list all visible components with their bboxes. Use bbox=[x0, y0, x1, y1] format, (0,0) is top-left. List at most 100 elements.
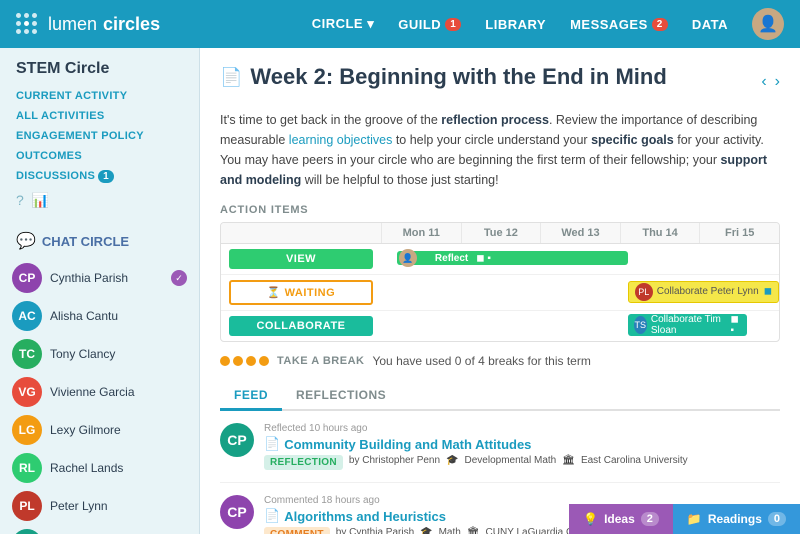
member-name: Cynthia Parish bbox=[50, 271, 128, 285]
view-button[interactable]: VIEW bbox=[229, 249, 373, 269]
logo-dot bbox=[24, 13, 29, 18]
tab-reflections[interactable]: REFLECTIONS bbox=[282, 382, 400, 411]
logo-dot bbox=[32, 21, 37, 26]
break-dot bbox=[220, 356, 230, 366]
readings-button[interactable]: 📁 Readings 0 bbox=[673, 504, 800, 534]
document-icon: 📄 bbox=[220, 67, 242, 88]
tag-subject-icon: 🎓 bbox=[446, 455, 458, 470]
chat-icon: 💬 bbox=[16, 231, 36, 251]
feed-avatar: CP bbox=[220, 423, 254, 457]
nav-data[interactable]: DATA bbox=[692, 17, 728, 32]
action-timeline-reflect: 👤 Reflect ◼ ▪ bbox=[381, 244, 779, 274]
user-avatar[interactable]: 👤 bbox=[752, 8, 784, 40]
page-title: 📄 Week 2: Beginning with the End in Mind bbox=[220, 64, 667, 90]
logo-circles: circles bbox=[103, 14, 160, 35]
member-item[interactable]: RL Rachel Lands bbox=[0, 449, 199, 487]
ideas-icon: 💡 bbox=[583, 512, 598, 526]
feed-author: by Christopher Penn bbox=[349, 455, 440, 470]
action-timeline-peter: PL Collaborate Peter Lynn ◼ bbox=[381, 278, 779, 308]
member-name: Vivienne Garcia bbox=[50, 385, 135, 399]
member-name: Rachel Lands bbox=[50, 461, 123, 475]
chat-circle-label: CHAT CIRCLE bbox=[42, 234, 129, 249]
member-item[interactable]: CP Cynthia Parish ✓ bbox=[0, 259, 199, 297]
nav-guild[interactable]: GUILD 1 bbox=[398, 17, 461, 32]
feed-avatar: CP bbox=[220, 495, 254, 529]
readings-icon: 📁 bbox=[687, 512, 702, 526]
logo-dot bbox=[16, 29, 21, 34]
question-icon[interactable]: ? bbox=[16, 192, 24, 209]
logo[interactable]: lumencircles bbox=[16, 13, 160, 35]
sidebar-item-engagement-policy[interactable]: ENGAGEMENT POLICY bbox=[0, 126, 199, 146]
date-col-fri: Fri 15 bbox=[699, 223, 779, 243]
nav-library[interactable]: LIBRARY bbox=[485, 17, 546, 32]
avatar: VG bbox=[12, 377, 42, 407]
sidebar-icon-row: ? 📊 bbox=[0, 186, 199, 219]
sidebar-item-current-activity[interactable]: CURRENT ACTIVITY bbox=[0, 86, 199, 106]
date-col-wed: Wed 13 bbox=[540, 223, 620, 243]
sidebar: STEM Circle CURRENT ACTIVITY ALL ACTIVIT… bbox=[0, 48, 200, 534]
sidebar-item-all-activities[interactable]: ALL ACTIVITIES bbox=[0, 106, 199, 126]
member-name: Alisha Cantu bbox=[50, 309, 118, 323]
feed-doc-icon: 📄 bbox=[264, 436, 280, 452]
break-dot bbox=[259, 356, 269, 366]
member-item[interactable]: LG Lexy Gilmore bbox=[0, 411, 199, 449]
member-item[interactable]: VG Vivienne Garcia bbox=[0, 373, 199, 411]
sidebar-title: STEM Circle bbox=[0, 60, 199, 86]
action-date-cols: Mon 11 Tue 12 Wed 13 Thu 14 Fri 15 bbox=[381, 223, 779, 243]
take-break-row: TAKE A BREAK You have used 0 of 4 breaks… bbox=[220, 354, 780, 368]
nav-circle[interactable]: CIRCLE ▾ bbox=[312, 16, 375, 32]
date-col-thu: Thu 14 bbox=[620, 223, 700, 243]
collaborate-button[interactable]: COLLABORATE bbox=[229, 316, 373, 336]
ideas-label: Ideas bbox=[604, 512, 635, 526]
tag-location-icon: 🏛 bbox=[562, 455, 575, 470]
waiting-button[interactable]: ⏳ WAITING bbox=[229, 280, 373, 305]
next-page-button[interactable]: › bbox=[775, 73, 780, 91]
discussions-badge: 1 bbox=[98, 170, 114, 183]
feed-content: Reflected 10 hours ago 📄 Community Build… bbox=[264, 423, 780, 470]
sidebar-item-discussions[interactable]: DISCUSSIONS1 bbox=[0, 166, 199, 186]
member-item[interactable]: TC Tony Clancy bbox=[0, 335, 199, 373]
messages-badge: 2 bbox=[652, 18, 668, 31]
avatar: AC bbox=[12, 301, 42, 331]
logo-dot bbox=[16, 13, 21, 18]
app-header: lumencircles CIRCLE ▾ GUILD 1 LIBRARY ME… bbox=[0, 0, 800, 48]
tag-comment: COMMENT bbox=[264, 527, 330, 534]
nav-messages[interactable]: MESSAGES2 bbox=[570, 17, 668, 32]
feed-subject: Math bbox=[439, 527, 461, 534]
waiting-btn-col: ⏳ WAITING bbox=[221, 275, 381, 310]
readings-count: 0 bbox=[768, 512, 786, 526]
member-name: Lexy Gilmore bbox=[50, 423, 121, 437]
ideas-button[interactable]: 💡 Ideas 2 bbox=[569, 504, 673, 534]
sidebar-item-outcomes[interactable]: OUTCOMES bbox=[0, 146, 199, 166]
member-item[interactable]: AC Alisha Cantu bbox=[0, 297, 199, 335]
member-item[interactable]: CP Christopher Penn bbox=[0, 525, 199, 534]
action-row-waiting: ⏳ WAITING PL Collaborate Peter Lynn ◼ bbox=[221, 275, 779, 311]
action-header-row: Mon 11 Tue 12 Wed 13 Thu 14 Fri 15 bbox=[221, 223, 779, 244]
logo-dot bbox=[24, 29, 29, 34]
avatar: RL bbox=[12, 453, 42, 483]
page-navigation: ‹ › bbox=[761, 73, 780, 91]
member-item[interactable]: PL Peter Lynn bbox=[0, 487, 199, 525]
readings-label: Readings bbox=[708, 512, 762, 526]
collaborate-btn-col: COLLABORATE bbox=[221, 311, 381, 341]
take-break-button[interactable]: TAKE A BREAK bbox=[277, 355, 364, 367]
action-row-view: VIEW 👤 Reflect ◼ ▪ bbox=[221, 244, 779, 275]
avatar: LG bbox=[12, 415, 42, 445]
prev-page-button[interactable]: ‹ bbox=[761, 73, 766, 91]
feed-item: CP Reflected 10 hours ago 📄 Community Bu… bbox=[220, 423, 780, 483]
break-dots bbox=[220, 356, 269, 366]
logo-dot-center bbox=[24, 21, 29, 26]
break-dot bbox=[233, 356, 243, 366]
avatar: CP bbox=[12, 529, 42, 534]
ideas-count: 2 bbox=[641, 512, 659, 526]
tab-feed[interactable]: FEED bbox=[220, 382, 282, 411]
guild-badge: 1 bbox=[445, 18, 461, 31]
member-name: Peter Lynn bbox=[50, 499, 108, 513]
feed-title[interactable]: 📄 Community Building and Math Attitudes bbox=[264, 436, 780, 452]
logo-dot bbox=[32, 13, 37, 18]
avatar: PL bbox=[12, 491, 42, 521]
feed-subject: Developmental Math bbox=[465, 455, 557, 470]
logo-dots bbox=[16, 13, 38, 35]
chart-icon[interactable]: 📊 bbox=[32, 192, 49, 209]
chat-circle-header: 💬 CHAT CIRCLE bbox=[0, 227, 199, 259]
